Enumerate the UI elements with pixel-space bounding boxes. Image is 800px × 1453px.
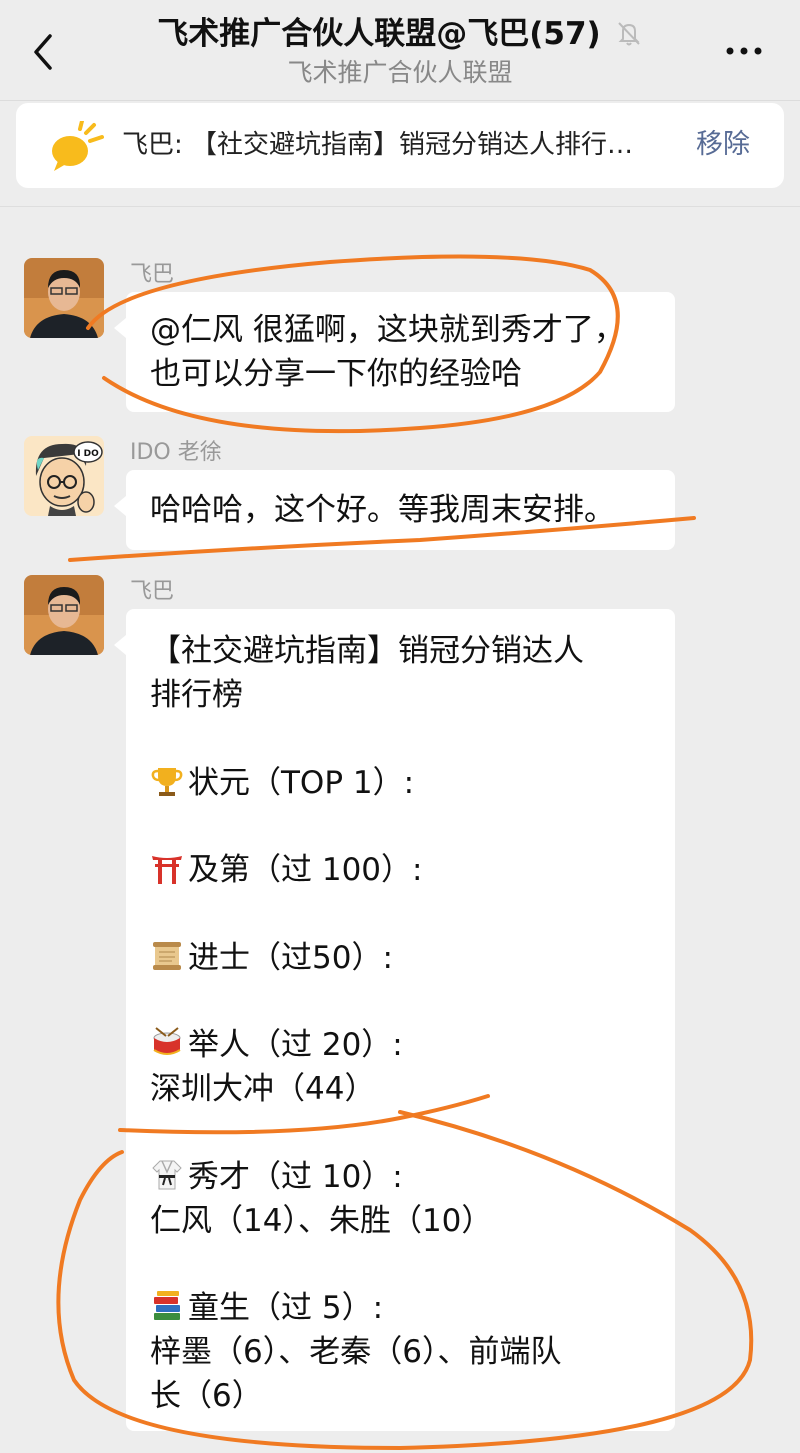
scroll-emoji [153, 941, 181, 970]
message-bubble[interactable]: @仁风 很猛啊，这块就到秀才了， 也可以分享一下你的经验哈 [114, 292, 675, 412]
rank-line: 状元（TOP 1）: [150, 761, 651, 805]
avatar-cartoon: I DO [24, 436, 104, 516]
rank-text: 状元（TOP 1）: [188, 764, 415, 801]
rank-text: 及第（过 100）: [188, 852, 423, 888]
megaphone-icon [52, 121, 104, 171]
chat-title: 飞术推广合伙人联盟@飞巴(57) [157, 16, 601, 52]
torii-emoji [152, 856, 182, 884]
rank-line: 及第（过 100）: [150, 848, 651, 892]
message-line: 也可以分享一下你的经验哈 [150, 356, 522, 392]
rank-members: 仁风（14）、朱胜（10） [150, 1202, 493, 1239]
avatar[interactable]: I DO [24, 436, 104, 516]
remove-pinned-button[interactable]: 移除 [696, 125, 750, 165]
message-line: 排行榜 [150, 677, 243, 713]
message-bubble[interactable]: 哈哈哈，这个好。等我周末安排。 [114, 470, 675, 550]
rank-text: 进士（过50）: [188, 939, 393, 976]
chat-title-row: 飞术推广合伙人联盟@飞巴(57) [0, 12, 800, 56]
rank-text: 秀才（过 10）: [188, 1158, 403, 1195]
avatar-speech-text: I DO [77, 449, 99, 459]
message-bubble[interactable]: 【社交避坑指南】销冠分销达人 排行榜 状元（TOP 1）: 及第（过 100）:… [114, 609, 675, 1431]
rank-line: 进士（过50）: [150, 936, 651, 980]
divider [0, 206, 800, 207]
more-icon[interactable] [724, 44, 764, 58]
drum-emoji [153, 1027, 181, 1055]
rank-line: 秀才（过 10）: [150, 1155, 651, 1199]
avatar[interactable] [24, 575, 104, 655]
pinned-message-text: 飞巴: 【社交避坑指南】销冠分销达人排行… [122, 130, 634, 160]
rank-text: 童生（过 5）: [188, 1290, 384, 1326]
avatar-photo [24, 258, 104, 338]
message-line: 哈哈哈，这个好。等我周末安排。 [150, 492, 615, 528]
avatar-photo [24, 575, 104, 655]
rank-members: 深圳大冲（44） [150, 1071, 376, 1107]
mute-bell-icon [618, 21, 640, 45]
books-emoji [154, 1291, 180, 1320]
martial-arts-uniform-emoji [152, 1160, 182, 1189]
avatar[interactable] [24, 258, 104, 338]
message-sender: 飞巴 [130, 579, 175, 604]
rank-members: 长（6） [150, 1378, 263, 1414]
message-sender: 飞巴 [130, 262, 175, 287]
rank-line: 举人（过 20）: [150, 1023, 651, 1067]
pinned-message-bar[interactable]: 飞巴: 【社交避坑指南】销冠分销达人排行… 移除 [16, 103, 784, 188]
rank-members: 梓墨（6）、老秦（6）、前端队 [150, 1334, 562, 1370]
trophy-emoji [151, 767, 183, 796]
message-line: 【社交避坑指南】销冠分销达人 [150, 633, 584, 669]
rank-text: 举人（过 20）: [188, 1027, 403, 1063]
chat-subtitle: 飞术推广合伙人联盟 [287, 58, 513, 87]
rank-line: 童生（过 5）: [150, 1286, 651, 1330]
message-sender: IDO 老徐 [130, 440, 222, 465]
message-line: @仁风 很猛啊，这块就到秀才了， [150, 312, 625, 348]
chat-header: 飞术推广合伙人联盟@飞巴(57) 飞术推广合伙人联盟 [0, 0, 800, 101]
